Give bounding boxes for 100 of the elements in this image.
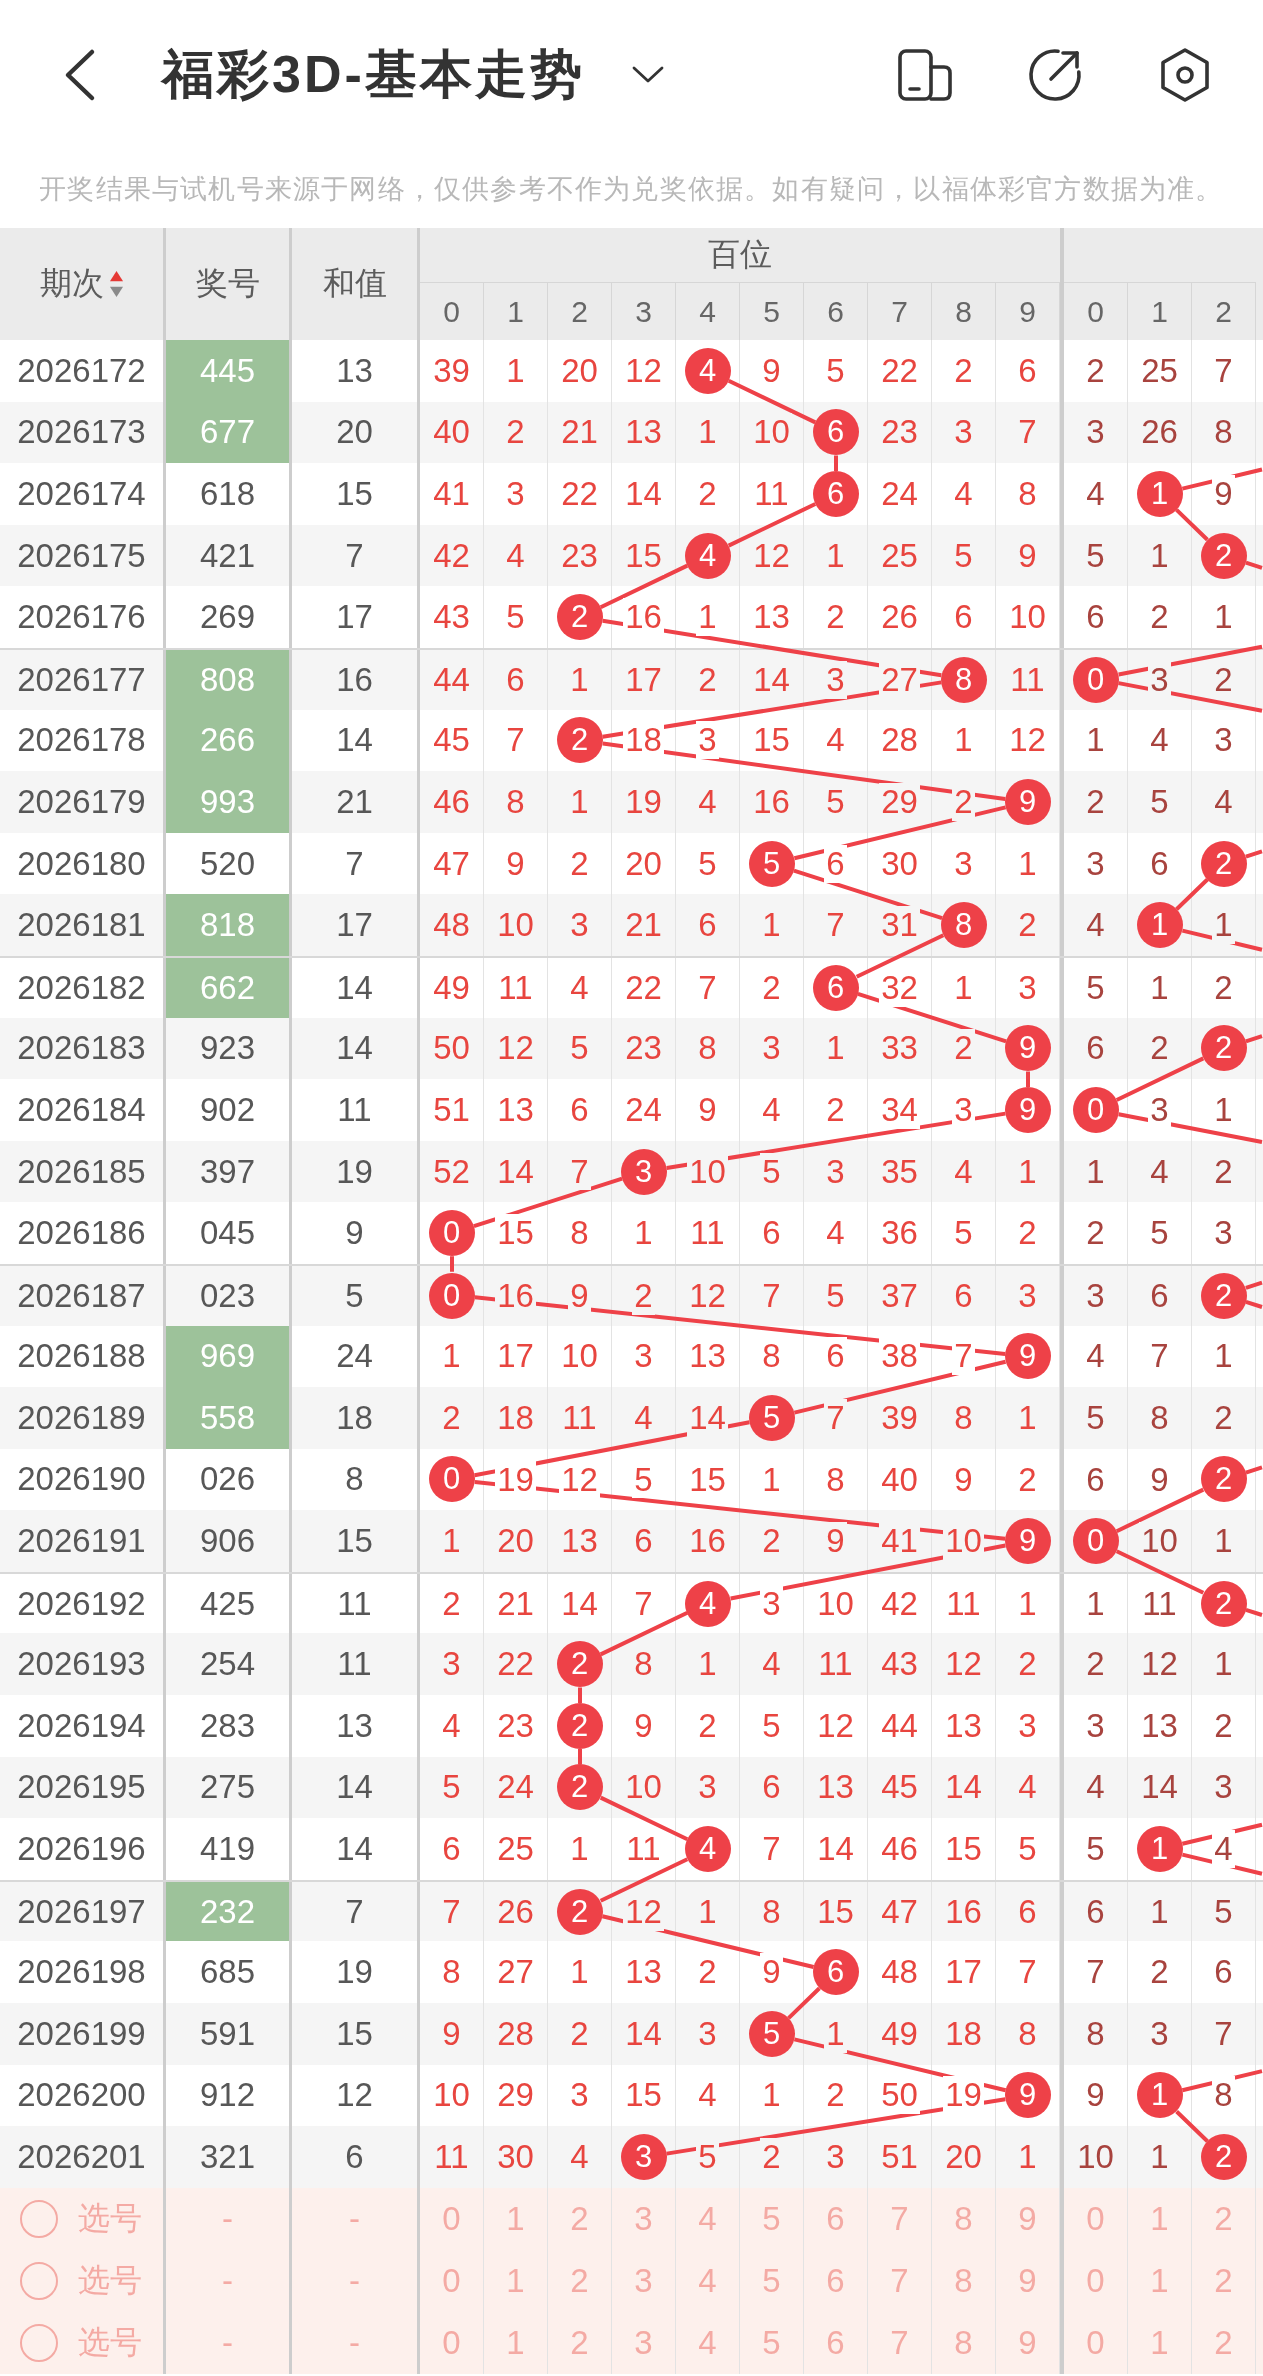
issue-number: 2026186: [17, 1214, 146, 1253]
issue-number: 2026177: [17, 660, 146, 699]
pick-digit[interactable]: 1: [506, 2261, 525, 2300]
devices-icon[interactable]: [897, 47, 953, 103]
pick-digit[interactable]: 2: [570, 2199, 589, 2238]
pick-digit[interactable]: 0: [442, 2323, 461, 2362]
hit-digit-marker: 2: [556, 1702, 603, 1749]
pick-digit[interactable]: 9: [1018, 2261, 1037, 2300]
pick-digit[interactable]: 8: [954, 2199, 973, 2238]
issue-number: 2026175: [17, 536, 146, 575]
share-icon[interactable]: [1027, 47, 1083, 103]
sum-value: 20: [336, 413, 373, 452]
sum-value: 6: [345, 2138, 364, 2176]
pick-digit[interactable]: 7: [890, 2261, 909, 2300]
radio-button[interactable]: [20, 2323, 58, 2362]
pick-digit[interactable]: 5: [762, 2323, 781, 2362]
issue-number: 2026200: [17, 2076, 146, 2115]
issue-number: 2026173: [17, 413, 146, 452]
pick-label[interactable]: 选号: [78, 2258, 142, 2303]
pick-digit[interactable]: 4: [698, 2199, 717, 2238]
digit-header: 5: [763, 294, 780, 329]
radio-button[interactable]: [20, 2261, 58, 2300]
pick-digit[interactable]: 4: [698, 2323, 717, 2362]
pick-digit[interactable]: 0: [442, 2261, 461, 2300]
hit-digit-marker: 1: [1136, 1826, 1183, 1873]
pick-digit[interactable]: 5: [762, 2199, 781, 2238]
empty-value: -: [349, 2323, 360, 2362]
sum-value: 9: [345, 1214, 364, 1253]
hit-digit-marker: 0: [428, 1456, 475, 1503]
pick-digit[interactable]: 2: [1214, 2261, 1233, 2300]
draw-number: 993: [166, 771, 292, 833]
pick-digit[interactable]: 5: [762, 2261, 781, 2300]
pick-digit[interactable]: 3: [634, 2323, 653, 2362]
hit-digit-marker: 9: [1004, 1086, 1051, 1133]
hit-digit-marker: 4: [684, 532, 731, 579]
pick-digit[interactable]: 8: [954, 2323, 973, 2362]
digit-header: 4: [699, 294, 716, 329]
hit-digit-marker: 9: [1004, 778, 1051, 825]
pick-digit[interactable]: 3: [634, 2199, 653, 2238]
sum-value: 11: [337, 1645, 372, 1684]
sum-value: 7: [345, 1892, 364, 1931]
empty-value: -: [349, 2261, 360, 2300]
sum-value: 14: [336, 968, 373, 1007]
sum-value: 7: [345, 536, 364, 575]
digit-header: 8: [955, 294, 972, 329]
hit-digit-marker: 1: [1136, 2072, 1183, 2119]
draw-number: 818: [166, 894, 292, 956]
hit-digit-marker: 3: [620, 1148, 667, 1195]
chevron-down-icon[interactable]: [630, 65, 665, 85]
pick-digit[interactable]: 0: [1086, 2261, 1105, 2300]
issue-number: 2026197: [17, 1892, 146, 1931]
pick-digit[interactable]: 1: [1150, 2261, 1169, 2300]
hit-digit-marker: 8: [940, 656, 987, 703]
pick-digit[interactable]: 4: [698, 2261, 717, 2300]
pick-digit[interactable]: 8: [954, 2261, 973, 2300]
pick-digit[interactable]: 1: [506, 2199, 525, 2238]
issue-number: 2026193: [17, 1645, 146, 1684]
omission-count: 3: [1148, 660, 1171, 699]
sort-icon[interactable]: [108, 270, 124, 298]
pick-digit[interactable]: 6: [826, 2261, 845, 2300]
pick-digit[interactable]: 6: [826, 2199, 845, 2238]
pick-digit[interactable]: 1: [1150, 2323, 1169, 2362]
pick-digit[interactable]: 7: [890, 2199, 909, 2238]
column-header: 和值: [322, 264, 387, 303]
pick-label[interactable]: 选号: [78, 2196, 142, 2241]
hit-digit-marker: 0: [1072, 1086, 1119, 1133]
digit-header: 6: [827, 294, 844, 329]
pick-label[interactable]: 选号: [78, 2320, 142, 2365]
radio-button[interactable]: [20, 2199, 58, 2238]
sum-value: 13: [336, 1706, 373, 1745]
pick-digit[interactable]: 1: [1150, 2199, 1169, 2238]
empty-value: -: [349, 2199, 360, 2238]
pick-digit[interactable]: 3: [634, 2261, 653, 2300]
pick-digit[interactable]: 0: [442, 2199, 461, 2238]
issue-number: 2026195: [17, 1768, 146, 1807]
sum-value: 15: [336, 1522, 373, 1561]
pick-digit[interactable]: 0: [1086, 2323, 1105, 2362]
hit-digit-marker: 2: [556, 1888, 603, 1935]
pick-digit[interactable]: 2: [570, 2261, 589, 2300]
pick-digit[interactable]: 0: [1086, 2199, 1105, 2238]
issue-number: 2026199: [17, 2014, 146, 2053]
issue-number: 2026187: [17, 1276, 146, 1315]
pick-digit[interactable]: 7: [890, 2323, 909, 2362]
pick-digit[interactable]: 9: [1018, 2323, 1037, 2362]
empty-value: -: [222, 2261, 233, 2300]
pick-digit[interactable]: 2: [1214, 2323, 1233, 2362]
issue-number: 2026183: [17, 1029, 146, 1068]
hit-digit-marker: 2: [556, 1764, 603, 1811]
pick-digit[interactable]: 1: [506, 2323, 525, 2362]
pick-digit[interactable]: 6: [826, 2323, 845, 2362]
sum-value: 24: [336, 1337, 373, 1376]
sum-value: 19: [336, 1953, 373, 1992]
draw-number: 677: [166, 401, 292, 464]
sum-value: 15: [336, 2014, 373, 2053]
issue-number: 2026176: [17, 598, 146, 637]
hit-digit-marker: 2: [556, 717, 603, 764]
pick-digit[interactable]: 9: [1018, 2199, 1037, 2238]
issue-number: 2026188: [17, 1337, 146, 1376]
pick-digit[interactable]: 2: [1214, 2199, 1233, 2238]
pick-digit[interactable]: 2: [570, 2323, 589, 2362]
